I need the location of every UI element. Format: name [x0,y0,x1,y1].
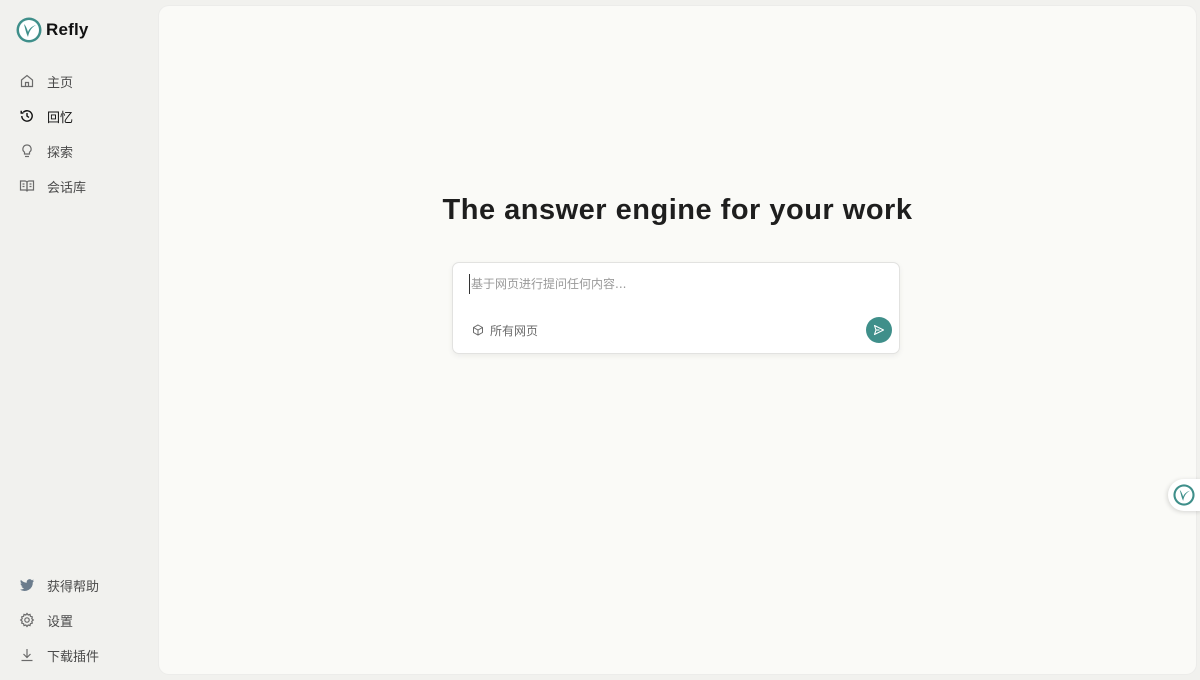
lightbulb-icon [19,143,35,159]
sidebar-item-label: 回忆 [47,110,74,126]
sidebar: Refly 主页 回忆 探索 会话库 获得帮助 设置 下载插件 [0,0,158,680]
home-icon [19,73,35,89]
sidebar-item-label: 探索 [47,145,74,161]
ask-box: 所有网页 [452,262,900,354]
page-title: The answer engine for your work [442,194,913,226]
book-icon [19,178,35,194]
twitter-icon [19,577,35,593]
app-logo[interactable]: Refly [16,16,89,44]
sidebar-item-help[interactable]: 获得帮助 [8,570,148,600]
scope-label: 所有网页 [490,323,539,338]
send-button[interactable] [866,317,892,343]
sidebar-item-library[interactable]: 会话库 [8,171,148,201]
sidebar-item-label: 主页 [47,75,74,91]
sidebar-item-memory[interactable]: 回忆 [8,101,148,131]
floating-assistant-button[interactable] [1168,479,1200,511]
sidebar-item-explore[interactable]: 探索 [8,136,148,166]
sidebar-item-label: 下载插件 [47,649,100,665]
download-icon [19,647,35,663]
sidebar-item-home[interactable]: 主页 [8,66,148,96]
sidebar-item-label: 获得帮助 [47,579,100,595]
sidebar-item-download[interactable]: 下载插件 [8,640,148,670]
send-icon [873,324,885,336]
history-icon [19,108,35,124]
app-name: Refly [46,20,89,39]
refly-logo-icon [1173,484,1195,506]
cube-icon [473,324,483,336]
gear-icon [19,612,35,628]
sidebar-item-label: 会话库 [47,180,87,196]
sidebar-item-settings[interactable]: 设置 [8,605,148,635]
refly-logo-icon [16,17,42,43]
ask-input[interactable] [469,274,879,294]
app-window: Refly 主页 回忆 探索 会话库 获得帮助 设置 下载插件 The answ… [0,0,1200,680]
sidebar-item-label: 设置 [47,614,74,630]
scope-selector[interactable]: 所有网页 [472,321,538,339]
main-panel: The answer engine for your work 所有网页 [159,6,1196,674]
